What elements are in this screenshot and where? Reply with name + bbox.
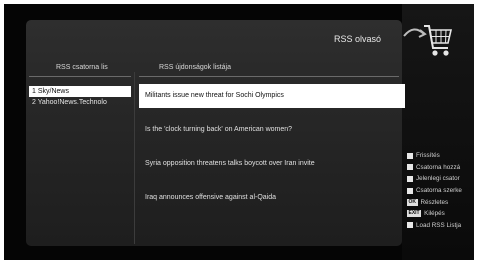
- channel-item[interactable]: 2 Yahoo!News.Technolo: [29, 97, 131, 108]
- legend-label: Kilépés: [424, 210, 445, 218]
- news-item[interactable]: Militants issue new threat for Sochi Oly…: [139, 84, 405, 108]
- channel-header-rule: [29, 76, 131, 77]
- news-item[interactable]: Syria opposition threatens talks boycott…: [139, 152, 405, 176]
- page-title: RSS olvasó: [334, 34, 382, 44]
- legend-edit-channel: Csatorna szerke: [407, 185, 474, 197]
- column-divider: [134, 72, 135, 244]
- legend-label: Jelenlegi csator: [416, 175, 460, 183]
- legend-current-channel: Jelenlegi csator: [407, 173, 474, 185]
- channel-item[interactable]: 1 Sky/News: [29, 86, 131, 97]
- exit-key-icon: EXIT: [407, 210, 422, 218]
- legend-label: Load RSS Listja: [416, 221, 462, 229]
- shopping-cart-icon: [402, 16, 454, 62]
- color-key-icon: [407, 152, 413, 159]
- news-header-rule: [139, 76, 399, 77]
- legend-label: Részletes: [420, 198, 449, 206]
- legend-add-channel: Csatorna hozzá: [407, 162, 474, 174]
- color-key-icon: [407, 164, 413, 171]
- tv-screen: RSS olvasó RSS csatorna lis RSS újdonság…: [4, 4, 474, 260]
- color-key-icon: [407, 187, 413, 194]
- channel-list: 1 Sky/News 2 Yahoo!News.Technolo: [29, 86, 131, 108]
- news-item[interactable]: Is the 'clock turning back' on American …: [139, 118, 405, 142]
- legend-exit: EXIT Kilépés: [407, 208, 474, 220]
- channel-list-header: RSS csatorna lis: [56, 64, 108, 71]
- color-key-icon: [407, 222, 413, 229]
- legend-refresh: Frissítés: [407, 150, 474, 162]
- news-list-header: RSS újdonságok listája: [159, 64, 231, 71]
- legend-label: Csatorna szerke: [416, 187, 462, 195]
- color-key-icon: [407, 175, 413, 182]
- legend-label: Frissítés: [416, 152, 440, 160]
- button-legend: Frissítés Csatorna hozzá Jelenlegi csato…: [407, 150, 474, 231]
- news-item[interactable]: Iraq announces offensive against al-Qaid…: [139, 186, 405, 210]
- ok-key-icon: OK: [407, 198, 418, 206]
- legend-label: Csatorna hozzá: [416, 163, 461, 171]
- legend-details: OK Részletes: [407, 196, 474, 208]
- legend-load-rss: Load RSS Listja: [407, 220, 474, 232]
